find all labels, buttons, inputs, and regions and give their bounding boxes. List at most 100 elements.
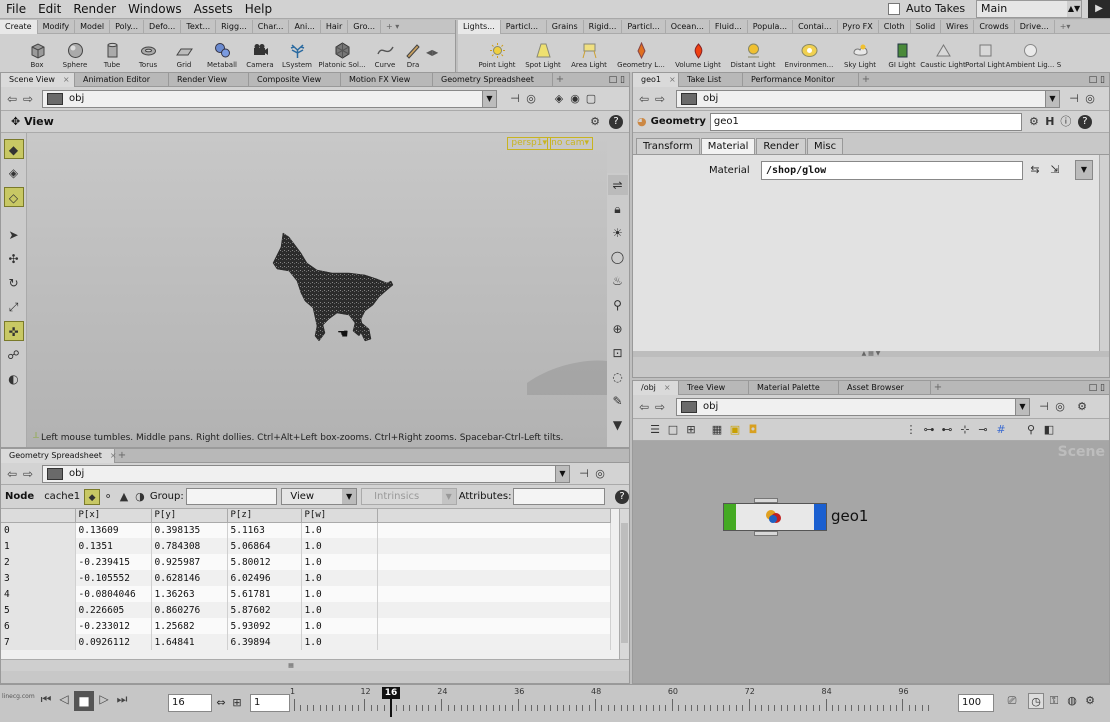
sim-icon[interactable]: ◍: [1064, 693, 1080, 709]
current-frame-field[interactable]: 16: [168, 694, 212, 712]
path-dropdown-icon[interactable]: ▼: [1045, 90, 1059, 107]
column-header[interactable]: P[y]: [151, 509, 228, 523]
tool-point-light[interactable]: Point Light: [474, 34, 520, 70]
attributes-input[interactable]: [513, 488, 606, 505]
shelf-tab-cloth[interactable]: Cloth: [879, 19, 911, 34]
table-row[interactable]: 4 -0.0804046 1.36263 5.61781 1.0: [1, 586, 611, 602]
tab-tree-view[interactable]: Tree View: [679, 380, 749, 395]
shelf-add-right-icon[interactable]: +▾: [1055, 20, 1076, 34]
shading-icon[interactable]: ◈: [551, 91, 567, 107]
help-icon[interactable]: ?: [615, 489, 629, 504]
help-icon[interactable]: ?: [1077, 114, 1092, 129]
menu-collapse-icon[interactable]: ▶: [1088, 0, 1110, 18]
grid-snap-icon[interactable]: #: [993, 422, 1009, 438]
column-header[interactable]: P[w]: [301, 509, 378, 523]
pin-icon[interactable]: ⊣: [1036, 399, 1052, 415]
shelf-scroll-icon[interactable]: ◀▶: [426, 48, 438, 57]
network-image-icon[interactable]: ▦: [709, 422, 725, 438]
start-frame-field[interactable]: 1: [250, 694, 290, 712]
end-frame-field[interactable]: 100: [958, 694, 994, 712]
close-icon[interactable]: ×: [669, 75, 676, 84]
tool-sky-light[interactable]: Sky Light: [838, 34, 882, 70]
ghost-icon[interactable]: ♨: [608, 271, 628, 291]
tool-more[interactable]: S: [1054, 34, 1064, 70]
shelf-tab-populate[interactable]: Popula...: [748, 19, 794, 34]
shelf-tab-create[interactable]: Create: [0, 19, 38, 34]
tab-asset-browser[interactable]: Asset Browser: [839, 380, 931, 395]
subtab-render[interactable]: Render: [756, 138, 806, 154]
shelf-tab-wires[interactable]: Wires: [941, 19, 975, 34]
shelf-tab-rigid[interactable]: Rigid...: [584, 19, 623, 34]
table-row[interactable]: 3 -0.105552 0.628146 6.02496 1.0: [1, 570, 611, 586]
pane-splitter[interactable]: ▲ ▦ ▼: [633, 351, 1109, 357]
primitives-mode-icon[interactable]: ▲: [116, 489, 132, 505]
menu-file[interactable]: File: [0, 0, 32, 19]
tool-portal-light[interactable]: Portal Light: [964, 34, 1006, 70]
shelf-tab-ocean[interactable]: Ocean...: [666, 19, 710, 34]
back-icon[interactable]: ⇦: [636, 399, 652, 415]
tab-motion-fx-view[interactable]: Motion FX View: [341, 72, 433, 87]
add-tab-icon[interactable]: +: [931, 381, 945, 395]
auto-takes-checkbox[interactable]: [888, 2, 900, 15]
shelf-tab-rigging[interactable]: Rigg...: [216, 19, 253, 34]
view-select[interactable]: View ▼: [281, 488, 358, 505]
add-tab-icon[interactable]: +: [553, 73, 567, 87]
network-grid-icon[interactable]: ⊞: [683, 422, 699, 438]
network-view-icon[interactable]: ◧: [1041, 422, 1057, 438]
link-icon[interactable]: ◎: [1082, 91, 1098, 107]
param-path-field[interactable]: obj ▼: [676, 89, 1060, 108]
material-menu-button[interactable]: ▼: [1075, 160, 1093, 180]
pen-icon[interactable]: ✎: [608, 391, 628, 411]
shelf-tab-poly[interactable]: Poly...: [110, 19, 145, 34]
tool-lsystem[interactable]: LSystem: [278, 34, 316, 70]
table-row[interactable]: 7 0.0926112 1.64841 6.39894 1.0: [1, 634, 611, 650]
tool-box[interactable]: Box: [18, 34, 56, 70]
tool-distant-light[interactable]: Distant Light: [726, 34, 780, 70]
tool-curve[interactable]: Curve: [368, 34, 402, 70]
display-flag[interactable]: [724, 504, 736, 530]
viewer-path-field[interactable]: obj ▼: [42, 89, 497, 108]
scale-tool-icon[interactable]: ⤢: [4, 297, 24, 317]
sticky-note-icon[interactable]: ▣: [727, 422, 743, 438]
pin-icon[interactable]: ⊣: [507, 91, 523, 107]
tool-draw[interactable]: Dra: [402, 34, 424, 70]
tab-take-list[interactable]: Take List: [679, 72, 743, 87]
shelf-tab-lights[interactable]: Lights...: [458, 19, 501, 34]
jump-end-icon[interactable]: ⏭: [114, 691, 130, 707]
pointer-icon[interactable]: ➤: [4, 225, 24, 245]
search-icon[interactable]: ⚲: [1023, 422, 1039, 438]
select-primitives-icon[interactable]: ◇: [3, 187, 24, 207]
snapshot-icon[interactable]: ⊡: [608, 343, 628, 363]
add-tab-icon[interactable]: +: [115, 449, 129, 463]
forward-icon[interactable]: ⇨: [652, 399, 668, 415]
material-path-field[interactable]: /shop/glow: [761, 161, 1023, 180]
timeline-ruler[interactable]: 1 12 24 36 48 60 72 84 96 16: [290, 687, 946, 717]
layout-stack-icon[interactable]: ⊸: [975, 422, 991, 438]
pose-tool-icon[interactable]: ☍: [4, 345, 24, 365]
gear-icon[interactable]: ⚙: [1074, 399, 1090, 415]
tool-sphere[interactable]: Sphere: [56, 34, 94, 70]
group-input[interactable]: [185, 488, 278, 505]
column-header[interactable]: P[x]: [75, 509, 152, 523]
back-icon[interactable]: ⇦: [4, 91, 20, 107]
tab-obj[interactable]: /obj ×: [633, 380, 679, 395]
help-icon[interactable]: ?: [609, 115, 623, 129]
param-scrollbar[interactable]: [1099, 155, 1109, 351]
layout-horizontal-icon[interactable]: ⊶: [921, 422, 937, 438]
gear-icon[interactable]: ⚙: [1026, 114, 1042, 130]
tool-area-light[interactable]: Area Light: [566, 34, 612, 70]
tool-ambient-light[interactable]: Ambient Lig...: [1006, 34, 1054, 70]
table-row[interactable]: 2 -0.239415 0.925987 5.80012 1.0: [1, 554, 611, 570]
viewport-layout-icon[interactable]: ▢: [583, 91, 599, 107]
tool-environment-light[interactable]: Environmen...: [780, 34, 838, 70]
tab-animation-editor[interactable]: Animation Editor: [75, 72, 169, 87]
tool-platonic[interactable]: Platonic Sol...: [316, 34, 368, 70]
shelf-tab-fluid[interactable]: Fluid...: [710, 19, 748, 34]
shelf-tab-container[interactable]: Contai...: [793, 19, 838, 34]
tool-grid[interactable]: Grid: [166, 34, 202, 70]
frame-step-icon[interactable]: ⇔: [214, 695, 228, 711]
node-output-connector[interactable]: [754, 531, 778, 536]
render-flag[interactable]: [814, 504, 826, 530]
spreadsheet-scrollbar[interactable]: [619, 509, 629, 659]
tool-tube[interactable]: Tube: [94, 34, 130, 70]
